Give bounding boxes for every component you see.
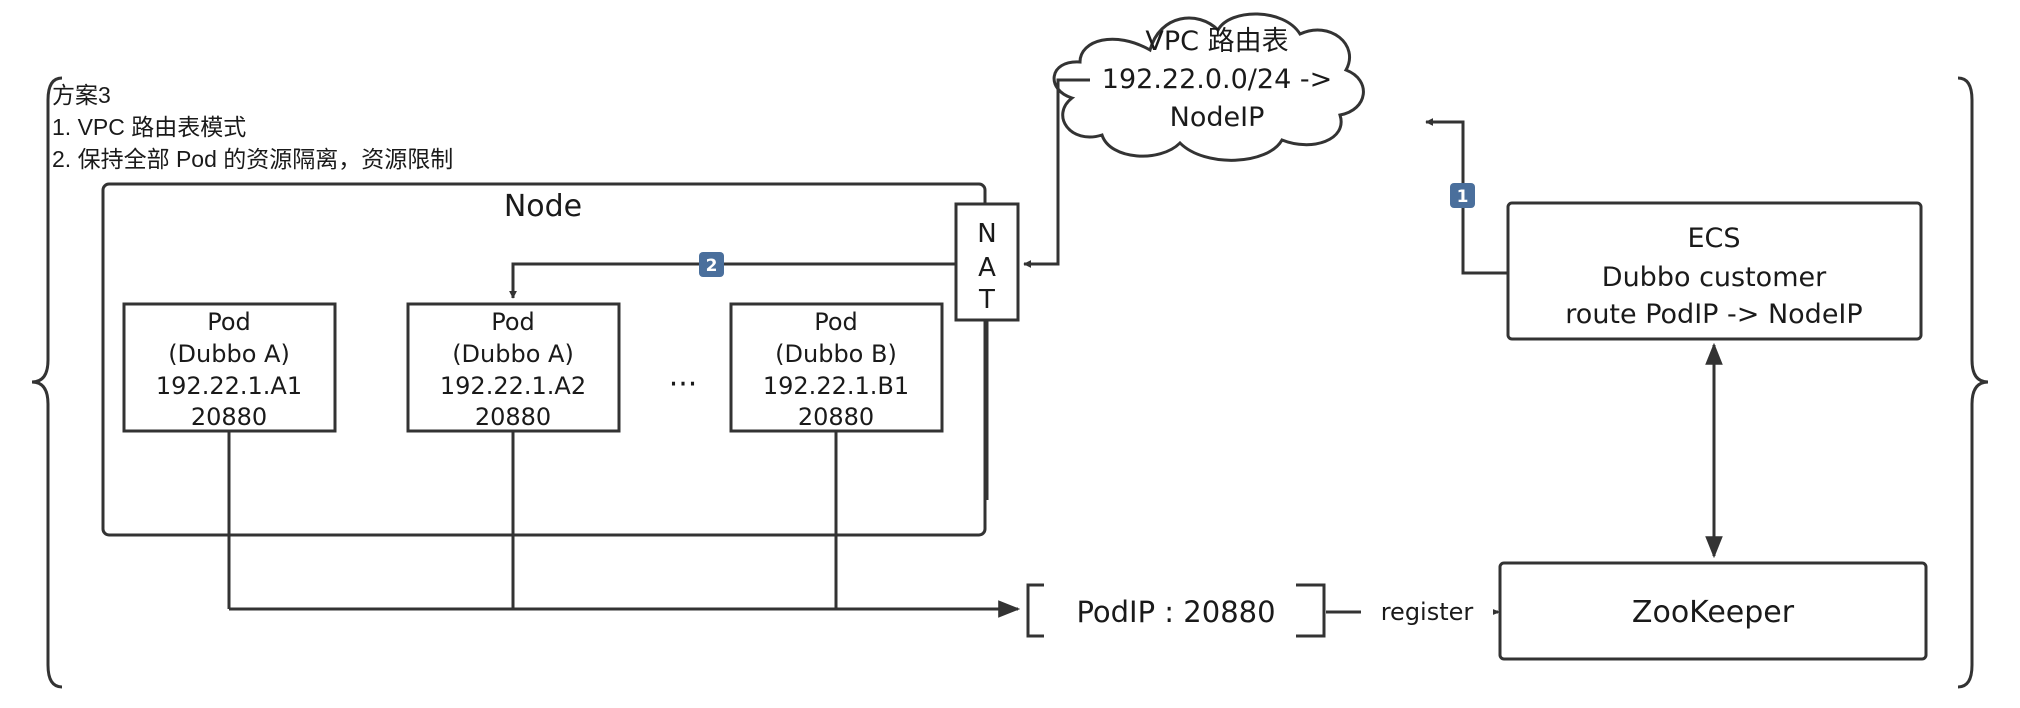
- pod-port: 20880: [798, 403, 874, 431]
- cloud-title: VPC 路由表: [1145, 26, 1288, 57]
- right-brace: [1957, 76, 1989, 689]
- diagram-svg: 方案3 1. VPC 路由表模式 2. 保持全部 Pod 的资源隔离，资源限制 …: [31, 12, 1989, 689]
- step-badge-2: 2: [699, 252, 724, 277]
- scheme-point-1: 1. VPC 路由表模式: [52, 114, 246, 140]
- ecs-title: ECS: [1687, 223, 1740, 254]
- pod-ip: 192.22.1.B1: [763, 372, 909, 400]
- register-label: register: [1381, 598, 1474, 626]
- pod-app: (Dubbo B): [775, 340, 897, 368]
- pod-title: Pod: [207, 308, 251, 336]
- step-badge-1: 1: [1450, 183, 1475, 208]
- pod-title: Pod: [814, 308, 858, 336]
- ecs-role: Dubbo customer: [1602, 262, 1827, 293]
- pod-port: 20880: [475, 403, 551, 431]
- registry-bracket-right: [1296, 583, 1326, 638]
- nat-to-pod-arrow: [509, 262, 956, 299]
- pod-app: (Dubbo A): [452, 340, 574, 368]
- scheme-title: 方案3: [52, 82, 111, 108]
- pod-a1: Pod (Dubbo A) 192.22.1.A1 20880: [122, 302, 337, 433]
- ecs-route: route PodIP -> NodeIP: [1565, 299, 1862, 330]
- cloud-route: 192.22.0.0/24 ->: [1102, 64, 1332, 95]
- cloud-target: NodeIP: [1170, 102, 1265, 133]
- pod-ip: 192.22.1.A2: [440, 372, 586, 400]
- pod-ip: 192.22.1.A1: [156, 372, 302, 400]
- diagram-canvas: 方案3 1. VPC 路由表模式 2. 保持全部 Pod 的资源隔离，资源限制 …: [0, 0, 2020, 708]
- pod-a2: Pod (Dubbo A) 192.22.1.A2 20880: [406, 302, 621, 433]
- nat-letter-a: A: [978, 253, 996, 283]
- zookeeper-label: ZooKeeper: [1632, 595, 1795, 630]
- pod-port: 20880: [191, 403, 267, 431]
- pod-title: Pod: [491, 308, 535, 336]
- step-badge-1-number: 1: [1457, 187, 1469, 207]
- nat-letter-t: T: [978, 285, 995, 315]
- nat-letter-n: N: [977, 219, 996, 249]
- registry-bracket-left: [1026, 583, 1044, 638]
- pod-b1: Pod (Dubbo B) 192.22.1.B1 20880: [729, 302, 944, 433]
- scheme-point-2: 2. 保持全部 Pod 的资源隔离，资源限制: [52, 146, 453, 172]
- node-label: Node: [504, 189, 582, 224]
- registry-entry: PodIP : 20880: [1076, 595, 1275, 629]
- pods-ellipsis: ···: [669, 367, 698, 402]
- pod-app: (Dubbo A): [168, 340, 290, 368]
- step-badge-2-number: 2: [706, 256, 718, 276]
